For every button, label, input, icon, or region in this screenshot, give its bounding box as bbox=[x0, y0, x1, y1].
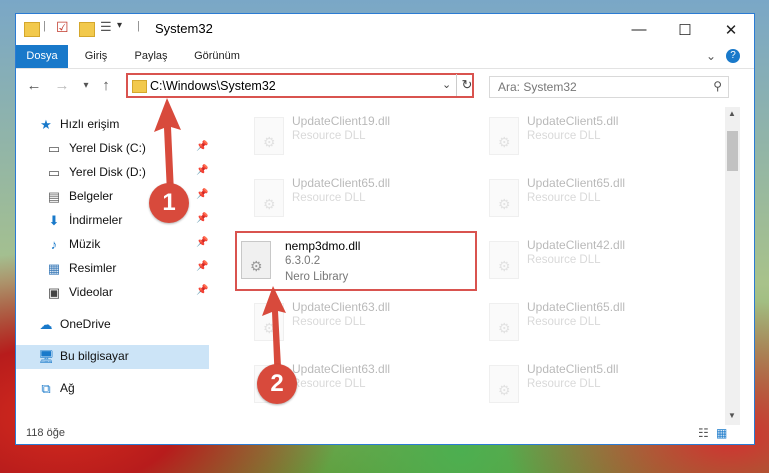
annotation-overlay bbox=[154, 98, 286, 385]
callout-1-badge: 1 bbox=[149, 183, 189, 223]
callout-2-badge: 2 bbox=[257, 364, 297, 404]
